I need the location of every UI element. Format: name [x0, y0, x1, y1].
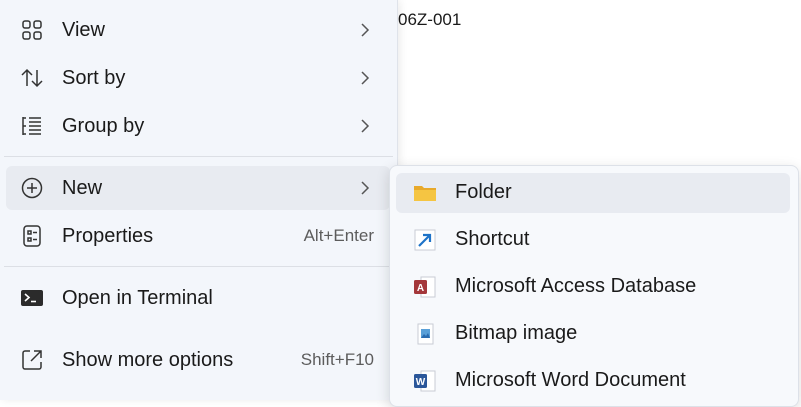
chevron-right-icon	[358, 21, 372, 39]
submenu-item-folder[interactable]: Folder	[396, 173, 790, 213]
submenu-item-label: Microsoft Access Database	[455, 275, 697, 297]
word-doc-icon: W	[412, 369, 438, 393]
keyboard-shortcut: Shift+F10	[300, 350, 374, 369]
bitmap-image-icon	[412, 322, 438, 346]
context-menu: View Sort by Group by New Properties Alt…	[0, 0, 398, 400]
grid-icon	[19, 18, 45, 42]
svg-text:W: W	[416, 377, 426, 388]
submenu-item-label: Microsoft Word Document	[455, 369, 686, 391]
keyboard-shortcut: Alt+Enter	[303, 226, 374, 245]
submenu-item-word-document[interactable]: W Microsoft Word Document	[396, 361, 790, 401]
group-list-icon	[19, 114, 45, 138]
sort-icon	[19, 66, 45, 90]
menu-item-label: Open in Terminal	[62, 286, 213, 309]
submenu-item-shortcut[interactable]: Shortcut	[396, 220, 790, 260]
submenu-item-label: Shortcut	[455, 228, 530, 250]
menu-item-label: Show more options	[62, 348, 234, 371]
folder-icon	[412, 181, 438, 205]
menu-item-show-more-options[interactable]: Show more options Shift+F10	[6, 338, 390, 382]
chevron-right-icon	[358, 117, 372, 135]
menu-item-label: Properties	[62, 224, 154, 247]
submenu-item-bitmap-image[interactable]: Bitmap image	[396, 314, 790, 354]
svg-text:A: A	[417, 283, 424, 294]
chevron-right-icon	[358, 179, 372, 197]
menu-separator	[4, 266, 393, 267]
properties-icon	[19, 224, 45, 248]
menu-item-label: View	[62, 18, 105, 41]
submenu-item-label: Folder	[455, 181, 512, 203]
menu-item-view[interactable]: View	[6, 8, 390, 52]
menu-item-label: New	[62, 176, 103, 199]
menu-item-new[interactable]: New	[6, 166, 390, 210]
menu-item-properties[interactable]: Properties Alt+Enter	[6, 214, 390, 258]
menu-separator	[4, 156, 393, 157]
menu-item-sort-by[interactable]: Sort by	[6, 56, 390, 100]
menu-item-label: Sort by	[62, 66, 126, 89]
menu-item-open-in-terminal[interactable]: Open in Terminal	[6, 276, 390, 320]
menu-item-label: Group by	[62, 114, 145, 137]
submenu-item-access-database[interactable]: A Microsoft Access Database	[396, 267, 790, 307]
share-out-icon	[19, 348, 45, 372]
chevron-right-icon	[358, 69, 372, 87]
access-db-icon: A	[412, 275, 438, 299]
menu-item-group-by[interactable]: Group by	[6, 104, 390, 148]
plus-circle-icon	[19, 176, 45, 200]
terminal-icon	[19, 286, 45, 310]
shortcut-arrow-icon	[412, 228, 438, 252]
new-submenu: Folder Shortcut A Microsoft Access Datab…	[389, 165, 799, 407]
submenu-item-label: Bitmap image	[455, 322, 578, 344]
background-filename-text: 06Z-001	[398, 10, 462, 29]
